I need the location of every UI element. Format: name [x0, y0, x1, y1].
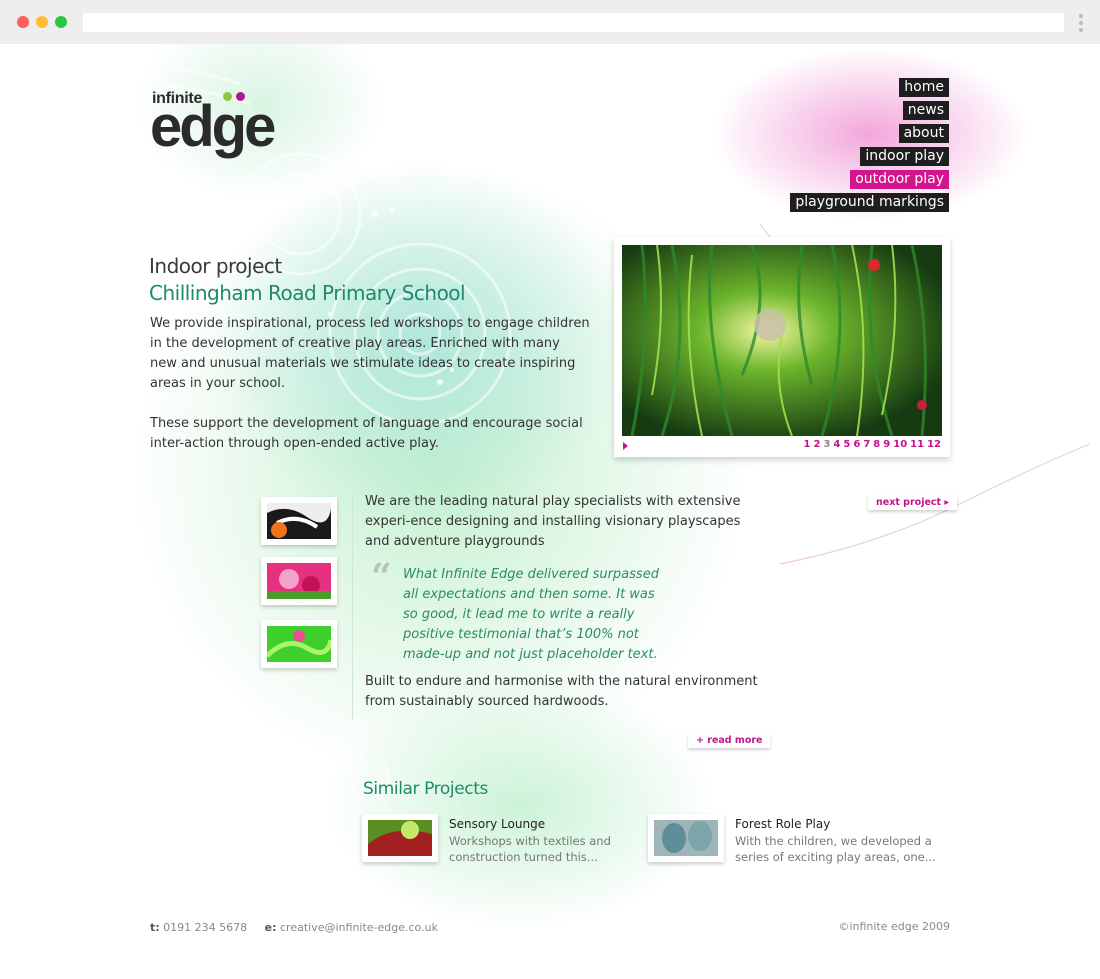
- gallery-page-12[interactable]: 12: [927, 439, 941, 450]
- thumbnail-image: [267, 503, 331, 539]
- email-address[interactable]: creative@infinite-edge.co.uk: [280, 921, 438, 934]
- browser-close-dot[interactable]: [17, 16, 29, 28]
- gallery-page-11[interactable]: 11: [910, 439, 924, 450]
- read-more-link[interactable]: + read more: [688, 733, 771, 748]
- browser-minimize-dot[interactable]: [36, 16, 48, 28]
- thumbnail-2[interactable]: [261, 557, 337, 605]
- quote-icon: “: [371, 556, 392, 598]
- address-bar[interactable]: [83, 13, 1064, 32]
- body-paragraph-1: We are the leading natural play speciali…: [365, 494, 741, 549]
- logo-text-main: edge: [150, 94, 276, 159]
- phone-number: 0191 234 5678: [163, 921, 248, 934]
- next-project-link[interactable]: next project ▸: [868, 495, 958, 510]
- similar-project-thumb-2[interactable]: [648, 814, 724, 862]
- arrow-right-icon: ▸: [944, 497, 950, 508]
- thumbnail-image: [267, 563, 331, 599]
- browser-maximize-dot[interactable]: [55, 16, 67, 28]
- nav-news[interactable]: news: [902, 101, 949, 120]
- body-paragraph-2: Built to endure and harmonise with the n…: [365, 674, 758, 709]
- gallery-page-4[interactable]: 4: [833, 439, 840, 450]
- project-type-heading: Indoor project: [149, 254, 282, 278]
- testimonial-quote: What Infinite Edge delivered surpassed a…: [403, 567, 659, 662]
- nav-about[interactable]: about: [898, 124, 949, 143]
- kebab-menu-icon[interactable]: [1079, 14, 1083, 32]
- copyright: ©infinite edge 2009: [838, 920, 950, 933]
- gallery-main-image[interactable]: [622, 245, 942, 436]
- similar-project-desc-1: Workshops with textiles and construction…: [449, 834, 611, 864]
- intro-paragraph-1: We provide inspirational, process led wo…: [150, 316, 590, 391]
- thumbnail-1[interactable]: [261, 497, 337, 545]
- page: infinite edge home news about indoor pla…: [0, 44, 1100, 979]
- thumbnail-3[interactable]: [261, 620, 337, 668]
- divider: [352, 494, 353, 719]
- thumbnail-image: [267, 626, 331, 662]
- nav-outdoor-play[interactable]: outdoor play: [850, 170, 949, 189]
- nav-home[interactable]: home: [899, 78, 949, 97]
- gallery-page-7[interactable]: 7: [863, 439, 870, 450]
- gallery-page-6[interactable]: 6: [853, 439, 860, 450]
- similar-project-title-2[interactable]: Forest Role Play: [735, 817, 830, 831]
- similar-projects-heading: Similar Projects: [363, 779, 488, 799]
- nav-playground-markings[interactable]: playground markings: [790, 193, 949, 212]
- next-project-label: next project: [876, 497, 942, 508]
- nav-indoor-play[interactable]: indoor play: [860, 147, 949, 166]
- gallery-pager: 1 2 3 4 5 6 7 8 9 10 11 12: [801, 439, 941, 450]
- gallery-page-2[interactable]: 2: [813, 439, 820, 450]
- main-nav: home news about indoor play outdoor play…: [790, 78, 949, 216]
- browser-chrome: [0, 0, 1100, 44]
- project-name-heading: Chillingham Road Primary School: [149, 281, 466, 305]
- intro-paragraph-2: These support the development of languag…: [150, 416, 583, 451]
- project-intro: We provide inspirational, process led wo…: [150, 314, 590, 474]
- play-icon[interactable]: [623, 442, 628, 450]
- gallery-page-5[interactable]: 5: [843, 439, 850, 450]
- footer-contact: t: 0191 234 5678 e: creative@infinite-ed…: [150, 921, 438, 934]
- gallery-page-1[interactable]: 1: [804, 439, 811, 450]
- gallery-page-9[interactable]: 9: [883, 439, 890, 450]
- gallery-page-8[interactable]: 8: [873, 439, 880, 450]
- similar-project-title-1[interactable]: Sensory Lounge: [449, 817, 545, 831]
- phone-label: t:: [150, 921, 160, 934]
- email-label: e:: [264, 921, 277, 934]
- photo-gallery: 1 2 3 4 5 6 7 8 9 10 11 12: [614, 237, 950, 457]
- site-logo[interactable]: infinite edge: [150, 88, 290, 158]
- gallery-page-10[interactable]: 10: [893, 439, 907, 450]
- gallery-page-3[interactable]: 3: [823, 439, 830, 450]
- similar-project-desc-2: With the children, we developed a series…: [735, 834, 936, 864]
- similar-project-thumb-1[interactable]: [362, 814, 438, 862]
